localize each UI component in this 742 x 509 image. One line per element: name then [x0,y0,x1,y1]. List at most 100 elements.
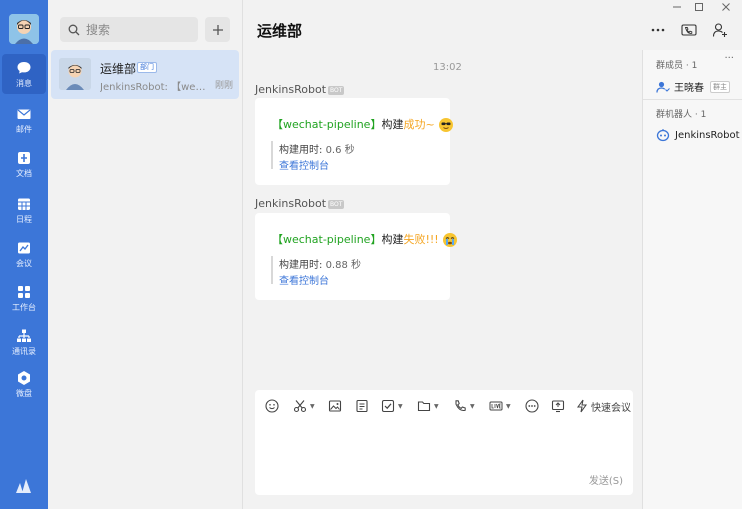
meeting-icon [18,242,30,253]
message-sender: JenkinsRobot BOT [255,197,345,210]
group-avatar [59,58,91,90]
screen-share-button[interactable] [551,398,565,414]
search-icon [68,24,80,35]
duration-value: 0.6 秒 [325,145,355,156]
left-nav-rail: 消息 邮件 文档 日程 会议 工作台 通讯录 微盘 [0,0,48,509]
screenshot-button[interactable]: ▼ [293,398,315,414]
call-button[interactable]: ▼ [453,398,475,414]
chevron-down-icon[interactable]: ▼ [398,403,403,410]
quote-bar [271,141,273,169]
folder-button[interactable]: ▼ [417,398,439,414]
conversation-name: 运维部 [100,62,137,76]
scissors-icon [293,400,307,413]
live-button[interactable]: ▼ [489,398,511,414]
owner-tag: 群主 [710,80,730,93]
calendar-icon [18,198,30,210]
message-icon [17,61,31,73]
chevron-down-icon[interactable]: ▼ [310,403,315,410]
chat-panel: 运维部 13:02 JenkinsRobot BOT 【wechat-pipeli… [243,0,642,509]
nav-label: 消息 [16,78,32,88]
conversation-time: 刚刚 [214,81,233,91]
robots-header: 群机器人 · 1 [656,110,707,120]
robot-name: JenkinsRobot [675,129,740,141]
view-console-link[interactable]: 查看控制台 [279,272,329,287]
action-text: 构建 [381,118,404,131]
chevron-down-icon[interactable]: ▼ [434,403,439,410]
members-more-button[interactable]: ··· [724,53,734,64]
time-divider: 13:02 [433,62,462,73]
duration-label: 构建用时: [279,145,326,156]
file-icon [356,399,368,413]
nav-item-contacts[interactable]: 通讯录 [2,322,46,362]
app-logo-icon[interactable] [14,477,34,495]
file-button[interactable] [355,398,369,414]
nav-label: 日程 [16,214,32,224]
add-person-icon [712,23,727,37]
view-console-link[interactable]: 查看控制台 [279,157,329,172]
crying-emoji-icon [443,233,458,247]
add-member-button[interactable] [712,22,728,41]
nav-label: 文档 [16,168,32,178]
action-text: 构建 [381,233,404,246]
message-composer[interactable]: ▼ ▼ ▼ ▼ ▼ 快速会议 发送(S) [255,390,633,495]
chat-title: 运维部 [257,22,303,40]
message-title: 【wechat-pipeline】构建失败!!! [272,231,458,247]
nav-item-messages[interactable]: 消息 [2,54,46,94]
minimize-icon [673,6,681,8]
chevron-down-icon[interactable]: ▼ [506,403,511,410]
chevron-down-icon[interactable]: ▼ [470,403,475,410]
more-circle-icon [525,399,539,413]
my-avatar[interactable] [9,14,39,44]
more-tools-button[interactable] [525,398,539,414]
smiley-icon [265,399,279,413]
member-name: 王晓春 [674,83,704,94]
message-card: 【wechat-pipeline】构建成功~ 构建用时: 0.6 秒 查看控制台 [255,98,454,185]
todo-button[interactable]: ▼ [381,398,403,414]
minimize-button[interactable] [672,2,682,15]
nav-label: 通讯录 [12,346,36,356]
nav-item-drive[interactable]: 微盘 [2,364,46,404]
send-button[interactable]: 发送(S) [589,472,623,487]
message-card: 【wechat-pipeline】构建失败!!! 构建用时: 0.88 秒 查看… [255,213,458,300]
quick-meeting-button[interactable]: 快速会议 [575,398,631,414]
search-placeholder: 搜索 [86,23,111,37]
image-button[interactable] [328,398,342,414]
bot-tag: BOT [328,199,345,209]
robot-icon [656,129,670,142]
ellipsis-icon [651,28,665,32]
video-call-button[interactable] [681,22,697,41]
more-options-button[interactable] [650,22,666,41]
status-text: 成功~ [403,118,435,131]
add-button[interactable] [205,17,230,42]
emoji-button[interactable] [265,398,279,414]
checkbox-icon [381,399,395,413]
member-item[interactable]: 王晓春 群主 [656,79,730,94]
robot-item[interactable]: JenkinsRobot [656,128,740,142]
search-input[interactable]: 搜索 [60,17,198,42]
live-icon [489,401,503,411]
nav-item-calendar[interactable]: 日程 [2,190,46,230]
nav-item-workbench[interactable]: 工作台 [2,278,46,318]
message-sender: JenkinsRobot BOT [255,83,345,96]
department-badge: 部门 [137,62,157,73]
bot-tag: BOT [328,85,345,95]
close-button[interactable] [721,2,731,15]
sunglasses-emoji-icon [439,118,454,132]
lightning-icon [576,399,588,413]
build-duration: 构建用时: 0.6 秒 [279,141,355,156]
sender-name: JenkinsRobot [255,83,327,96]
close-icon [722,3,730,11]
status-text: 失败!!! [403,233,439,246]
nav-label: 会议 [16,258,32,268]
maximize-button[interactable] [694,2,704,15]
message-title: 【wechat-pipeline】构建成功~ [272,116,454,132]
nav-item-meeting[interactable]: 会议 [2,234,46,274]
conversation-item[interactable]: 运维部 部门 JenkinsRobot: 【wec... 刚刚 [51,50,239,99]
contacts-icon [17,329,31,342]
nav-item-docs[interactable]: 文档 [2,144,46,184]
maximize-icon [695,3,703,11]
nav-item-mail[interactable]: 邮件 [2,100,46,140]
document-icon [18,151,30,164]
quote-bar [271,256,273,284]
drive-icon [18,370,30,385]
